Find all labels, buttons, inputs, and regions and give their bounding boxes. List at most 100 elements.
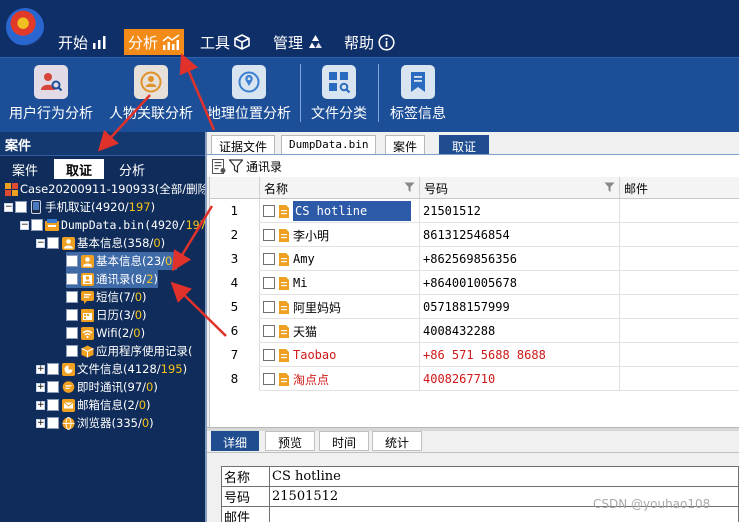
collapse-icon[interactable]: − <box>36 238 45 248</box>
tree-node-basic-info[interactable]: 基本信息(23/0) <box>66 252 177 270</box>
table-row[interactable]: 3 Amy +862569856356 <box>210 247 739 271</box>
doc-tab-dumpdata[interactable]: DumpData.bin <box>281 135 377 155</box>
tree-checkbox[interactable] <box>47 237 59 249</box>
tree-checkbox[interactable] <box>47 363 59 375</box>
person-relation-analysis-button[interactable]: 人物关联分析 <box>104 58 198 133</box>
row-checkbox[interactable] <box>263 253 275 265</box>
package-icon <box>80 344 94 358</box>
tree-node-mail[interactable]: + 邮箱信息(2/0) <box>36 396 151 414</box>
row-name-cell[interactable]: CS hotline <box>260 199 420 223</box>
row-checkbox[interactable] <box>263 325 275 337</box>
tree-node-case[interactable]: Case20200911-190933(全部/删除) <box>4 180 214 198</box>
file-classification-button[interactable]: 文件分类 <box>306 58 372 133</box>
geo-location-analysis-button[interactable]: 地理位置分析 <box>202 58 296 133</box>
tree-checkbox[interactable] <box>66 255 78 267</box>
menu-manage[interactable]: 管理 <box>269 29 328 55</box>
tree-checkbox[interactable] <box>66 273 78 285</box>
contact-file-icon <box>279 252 289 266</box>
table-row-deleted[interactable]: 8 淘点点 4008267710 <box>210 367 739 391</box>
menu-analysis[interactable]: 分析 <box>124 29 185 55</box>
doc-tab-evidence-files[interactable]: 证据文件 <box>211 135 276 155</box>
tree-node-basic-info-group[interactable]: − 基本信息(358/0) <box>36 234 165 252</box>
column-filter-icon[interactable] <box>604 182 615 193</box>
menu-help[interactable]: 帮助 <box>340 29 399 55</box>
row-checkbox[interactable] <box>263 205 275 217</box>
expand-icon[interactable]: + <box>36 400 45 410</box>
contact-file-icon <box>279 372 289 386</box>
row-checkbox[interactable] <box>263 229 275 241</box>
tree-checkbox[interactable] <box>66 291 78 303</box>
detail-table: 名称 CS hotline 号码 21501512 邮件 <box>221 466 739 522</box>
tab-forensics[interactable]: 取证 <box>54 159 104 179</box>
tree-node-files[interactable]: + 文件信息(4128/195) <box>36 360 187 378</box>
tree-checkbox[interactable] <box>31 219 43 231</box>
row-checkbox[interactable] <box>263 349 275 361</box>
tree-checkbox[interactable] <box>15 201 27 213</box>
tree-node-calendar[interactable]: 日历(3/0) <box>66 306 147 324</box>
row-name-cell[interactable]: 李小明 <box>260 223 420 247</box>
tree-node-phone[interactable]: − 手机取证(4920/197) <box>4 198 155 216</box>
row-checkbox[interactable] <box>263 301 275 313</box>
tree-checkbox[interactable] <box>66 345 78 357</box>
tab-analysis[interactable]: 分析 <box>110 159 154 179</box>
column-header-index[interactable] <box>210 177 260 199</box>
tree-checkbox[interactable] <box>66 327 78 339</box>
row-name-cell[interactable]: Amy <box>260 247 420 271</box>
report-icon[interactable] <box>212 158 226 174</box>
tab-time[interactable]: 时间 <box>319 431 369 451</box>
tree-checkbox[interactable] <box>47 399 59 411</box>
filter-icon[interactable] <box>229 159 243 173</box>
table-row[interactable]: 6 天猫 4008432288 <box>210 319 739 343</box>
tree-checkbox[interactable] <box>66 309 78 321</box>
table-row[interactable]: 1 CS hotline 21501512 <box>210 199 739 223</box>
tree-node-dumpdata[interactable]: − DumpData.bin(4920/197 <box>20 216 206 234</box>
row-email <box>620 271 739 295</box>
contact-file-icon <box>279 276 289 290</box>
tree-label: 手机取证(4920/197) <box>45 200 156 214</box>
row-name-cell[interactable]: Taobao <box>260 343 420 367</box>
column-filter-icon[interactable] <box>404 182 415 193</box>
row-checkbox[interactable] <box>263 373 275 385</box>
tab-case[interactable]: 案件 <box>4 159 46 179</box>
column-header-number[interactable]: 号码 <box>420 177 620 199</box>
table-row[interactable]: 2 李小明 861312546854 <box>210 223 739 247</box>
tab-statistics[interactable]: 统计 <box>372 431 422 451</box>
column-header-name[interactable]: 名称 <box>260 177 420 199</box>
row-name-cell[interactable]: 淘点点 <box>260 367 420 391</box>
detail-pane: 名称 CS hotline 号码 21501512 邮件 <box>207 452 739 522</box>
database-icon <box>45 218 59 232</box>
tree-node-sms[interactable]: 短信(7/0) <box>66 288 147 306</box>
expand-icon[interactable]: + <box>36 382 45 392</box>
tree-checkbox[interactable] <box>47 417 59 429</box>
row-email <box>620 343 739 367</box>
user-behavior-analysis-button[interactable]: 用户行为分析 <box>4 58 98 133</box>
table-row-deleted[interactable]: 7 Taobao +86 571 5688 8688 <box>210 343 739 367</box>
expand-icon[interactable]: + <box>36 418 45 428</box>
tree-node-instant-messaging[interactable]: + 即时通讯(97/0) <box>36 378 158 396</box>
column-header-email[interactable]: 邮件 <box>620 177 739 199</box>
collapse-icon[interactable]: − <box>4 202 13 212</box>
tag-info-button[interactable]: 标签信息 <box>385 58 451 133</box>
tab-detail[interactable]: 详细 <box>211 431 259 451</box>
row-name-cell[interactable]: 阿里妈妈 <box>260 295 420 319</box>
menu-start[interactable]: 开始 <box>54 29 112 55</box>
tree-label: 浏览器(335/0) <box>77 416 154 430</box>
user-card-icon <box>80 254 94 268</box>
table-row[interactable]: 5 阿里妈妈 057188157999 <box>210 295 739 319</box>
menu-tools[interactable]: 工具 <box>196 29 254 55</box>
expand-icon[interactable]: + <box>36 364 45 374</box>
table-row[interactable]: 4 Mi +864001005678 <box>210 271 739 295</box>
tree-label: 基本信息(358/0) <box>77 236 166 250</box>
tab-preview[interactable]: 预览 <box>265 431 315 451</box>
doc-tab-case[interactable]: 案件 <box>385 135 426 155</box>
collapse-icon[interactable]: − <box>20 220 29 230</box>
tree-node-wifi[interactable]: Wifi(2/0) <box>66 324 145 342</box>
row-checkbox[interactable] <box>263 277 275 289</box>
tree-node-browser[interactable]: + 浏览器(335/0) <box>36 414 154 432</box>
row-name-cell[interactable]: Mi <box>260 271 420 295</box>
row-name-cell[interactable]: 天猫 <box>260 319 420 343</box>
doc-tab-forensics[interactable]: 取证 <box>439 135 489 155</box>
tree-node-contacts[interactable]: 通讯录(8/2) <box>66 270 159 288</box>
tree-node-app-usage[interactable]: 应用程序使用记录( <box>66 342 193 360</box>
tree-checkbox[interactable] <box>47 381 59 393</box>
